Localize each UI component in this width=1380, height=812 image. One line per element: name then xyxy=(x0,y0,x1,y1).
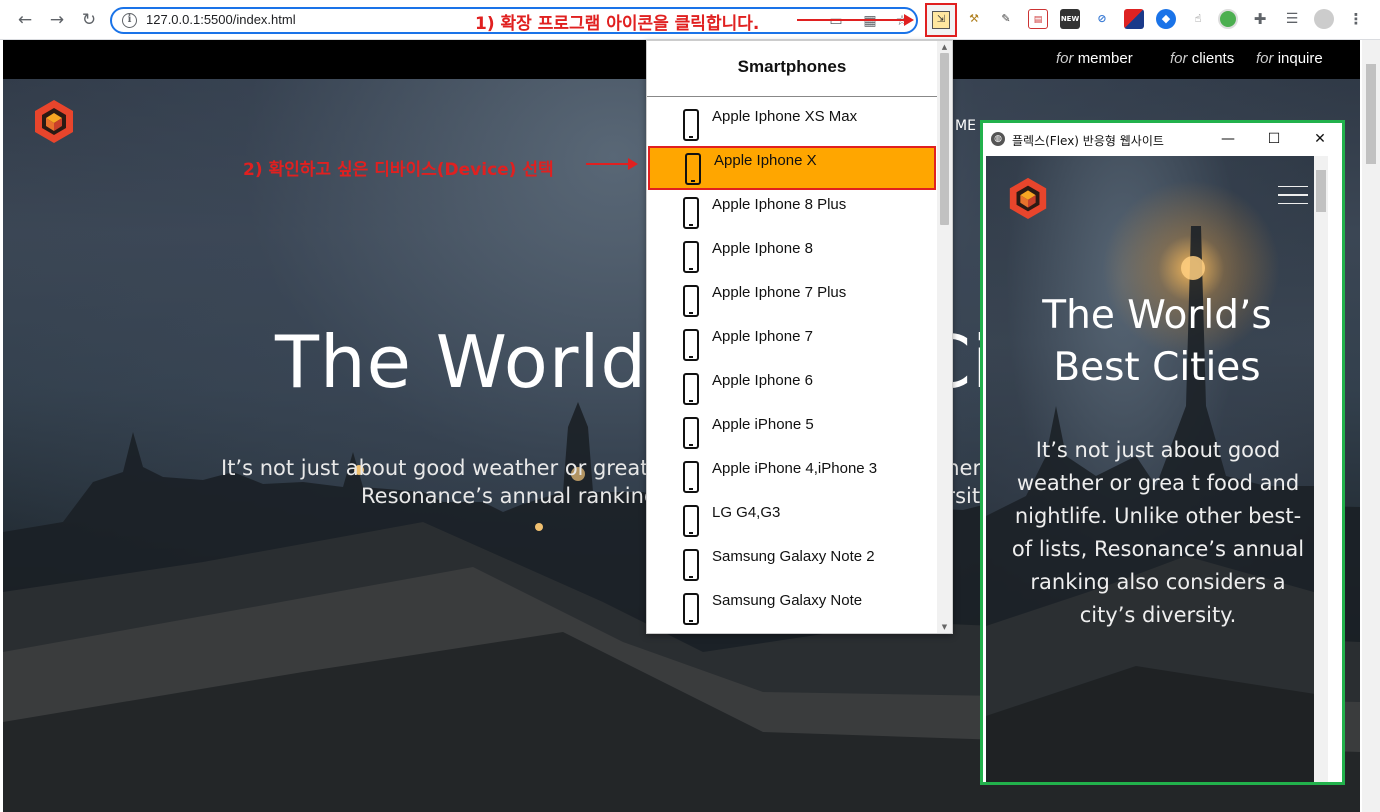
link-prefix: for xyxy=(1170,50,1188,67)
profile-avatar-icon[interactable] xyxy=(1314,9,1334,29)
device-item[interactable]: Samsung Galaxy Note xyxy=(647,583,937,627)
device-item[interactable]: Apple Iphone 6 xyxy=(647,363,937,407)
hamburger-menu-icon[interactable] xyxy=(1278,186,1308,204)
annotation-arrow-icon xyxy=(797,14,914,26)
hammer-extension-icon[interactable]: ⚒ xyxy=(964,9,984,29)
preview-scrollbar-thumb[interactable] xyxy=(1316,170,1326,212)
browser-toolbar: ← → ↻ i 127.0.0.1:5500/index.html ▭ ▦ ☆ … xyxy=(0,0,1380,40)
device-label: LG G4,G3 xyxy=(712,504,781,521)
info-icon[interactable]: i xyxy=(122,13,137,28)
document-extension-icon[interactable]: ▤ xyxy=(1028,9,1048,29)
smartphone-icon xyxy=(683,329,699,361)
dropdown-header: Smartphones xyxy=(647,41,937,97)
responsive-extension-button[interactable]: ⇲ xyxy=(925,3,957,37)
dropdown-scrollbar-thumb[interactable] xyxy=(940,53,949,225)
tab-search-icon[interactable]: ▭ xyxy=(826,11,846,31)
new-extension-icon[interactable]: NEW xyxy=(1060,9,1080,29)
device-label: Apple Iphone 7 xyxy=(712,328,813,345)
device-label: Apple iPhone 4,iPhone 3 xyxy=(712,460,878,477)
device-item[interactable]: Samsung Galaxy Note 2 xyxy=(647,539,937,583)
device-item-selected[interactable]: Apple Iphone X xyxy=(648,146,936,190)
mobile-hero-title-line2: Best Cities xyxy=(1053,345,1261,390)
annotation-step2: 2) 확인하고 싶은 디바이스(Device) 선택 xyxy=(243,160,554,180)
annotation-step1: 1) 확장 프로그램 아이콘을 클릭합니다. xyxy=(475,14,760,34)
device-label: Apple Iphone 8 xyxy=(712,240,813,257)
link-prefix: for xyxy=(1256,50,1274,67)
mobile-hero-title: The World’s Best Cities xyxy=(986,290,1328,394)
dropdown-scrollbar[interactable]: ▲ ▼ xyxy=(937,41,952,633)
reading-list-icon[interactable]: ☰ xyxy=(1282,9,1302,29)
device-item[interactable]: Apple Iphone XS Max xyxy=(647,99,937,143)
device-item[interactable]: Apple iPhone 4,iPhone 3 xyxy=(647,451,937,495)
puzzle-extensions-icon[interactable]: ✚ xyxy=(1250,9,1270,29)
device-dropdown: Smartphones Apple Iphone XS Max Apple Ip… xyxy=(646,40,953,634)
nav-menu-fragment[interactable]: ME xyxy=(955,118,976,134)
more-menu-icon[interactable]: ⋮ xyxy=(1346,9,1366,29)
arrow-left-icon[interactable]: ← xyxy=(14,9,36,31)
maximize-button[interactable]: ☐ xyxy=(1259,129,1289,149)
mouse-extension-icon[interactable]: ☝ xyxy=(1188,9,1208,29)
arrow-right-icon[interactable]: → xyxy=(46,9,68,31)
device-item[interactable]: Apple Iphone 7 xyxy=(647,319,937,363)
smartphone-icon xyxy=(683,549,699,581)
device-label: Apple Iphone X xyxy=(714,152,817,169)
smartphone-icon xyxy=(683,373,699,405)
flag-extension-icon[interactable] xyxy=(1124,9,1144,29)
smartphone-icon xyxy=(683,461,699,493)
url-text: 127.0.0.1:5500/index.html xyxy=(146,12,296,27)
device-item[interactable]: LG G4,G3 xyxy=(647,495,937,539)
window-titlebar[interactable]: ◍ 플렉스(Flex) 반응형 웹사이트 — ☐ ✕ xyxy=(983,123,1342,156)
top-link-inquire[interactable]: for inquire xyxy=(1256,50,1323,67)
minimize-button[interactable]: — xyxy=(1213,129,1243,149)
qr-icon[interactable]: ▦ xyxy=(860,11,880,31)
globe-icon: ◍ xyxy=(991,132,1005,146)
smartphone-icon xyxy=(683,197,699,229)
mobile-hero-title-line1: The World’s xyxy=(1042,293,1272,338)
scroll-down-icon[interactable]: ▼ xyxy=(940,623,949,631)
window-title: 플렉스(Flex) 반응형 웹사이트 xyxy=(1012,134,1164,148)
device-label: Samsung Galaxy Note xyxy=(712,592,863,609)
edge-extension-icon[interactable]: ◆ xyxy=(1156,9,1176,29)
responsive-extension-icon: ⇲ xyxy=(932,11,950,29)
paperclip-extension-icon[interactable]: ⊘ xyxy=(1092,9,1112,29)
link-label: member xyxy=(1077,50,1133,67)
device-label: Samsung Galaxy Note 2 xyxy=(712,548,875,565)
device-item[interactable]: Apple Iphone 8 xyxy=(647,231,937,275)
eyedropper-extension-icon[interactable]: ✎ xyxy=(996,9,1016,29)
close-button[interactable]: ✕ xyxy=(1305,129,1335,149)
device-label: Apple iPhone 5 xyxy=(712,416,814,433)
page-scrollbar[interactable] xyxy=(1362,40,1380,812)
site-logo[interactable] xyxy=(1006,176,1050,220)
annotation-arrow-icon xyxy=(586,158,638,170)
link-label: inquire xyxy=(1277,50,1323,67)
top-link-clients[interactable]: for clients xyxy=(1170,50,1234,67)
device-label: Apple Iphone 6 xyxy=(712,372,813,389)
link-prefix: for xyxy=(1056,50,1074,67)
top-link-member[interactable]: for member xyxy=(1056,50,1133,67)
link-label: clients xyxy=(1191,50,1235,67)
mobile-preview: The World’s Best Cities It’s not just ab… xyxy=(986,156,1328,782)
device-item[interactable]: Apple iPhone 5 xyxy=(647,407,937,451)
device-label: Apple Iphone 7 Plus xyxy=(712,284,847,301)
device-preview-window: ◍ 플렉스(Flex) 반응형 웹사이트 — ☐ ✕ The World’s B… xyxy=(980,120,1345,785)
mobile-hero-subtitle: It’s not just about good weather or grea… xyxy=(1011,438,1305,627)
smartphone-icon xyxy=(683,285,699,317)
smartphone-icon xyxy=(685,153,701,185)
smartphone-icon xyxy=(683,417,699,449)
device-item[interactable]: Apple Iphone 8 Plus xyxy=(647,187,937,231)
site-logo[interactable] xyxy=(31,98,77,144)
preview-scrollbar[interactable] xyxy=(1314,156,1328,782)
globe-extension-icon[interactable] xyxy=(1218,9,1238,29)
smartphone-icon xyxy=(683,505,699,537)
smartphone-icon xyxy=(683,241,699,273)
reload-icon[interactable]: ↻ xyxy=(78,9,100,31)
smartphone-icon xyxy=(683,109,699,141)
device-label: Apple Iphone XS Max xyxy=(712,108,858,125)
device-label: Apple Iphone 8 Plus xyxy=(712,196,847,213)
page-scrollbar-thumb[interactable] xyxy=(1366,64,1376,164)
scroll-up-icon[interactable]: ▲ xyxy=(940,43,949,51)
device-item[interactable]: Apple Iphone 7 Plus xyxy=(647,275,937,319)
smartphone-icon xyxy=(683,593,699,625)
